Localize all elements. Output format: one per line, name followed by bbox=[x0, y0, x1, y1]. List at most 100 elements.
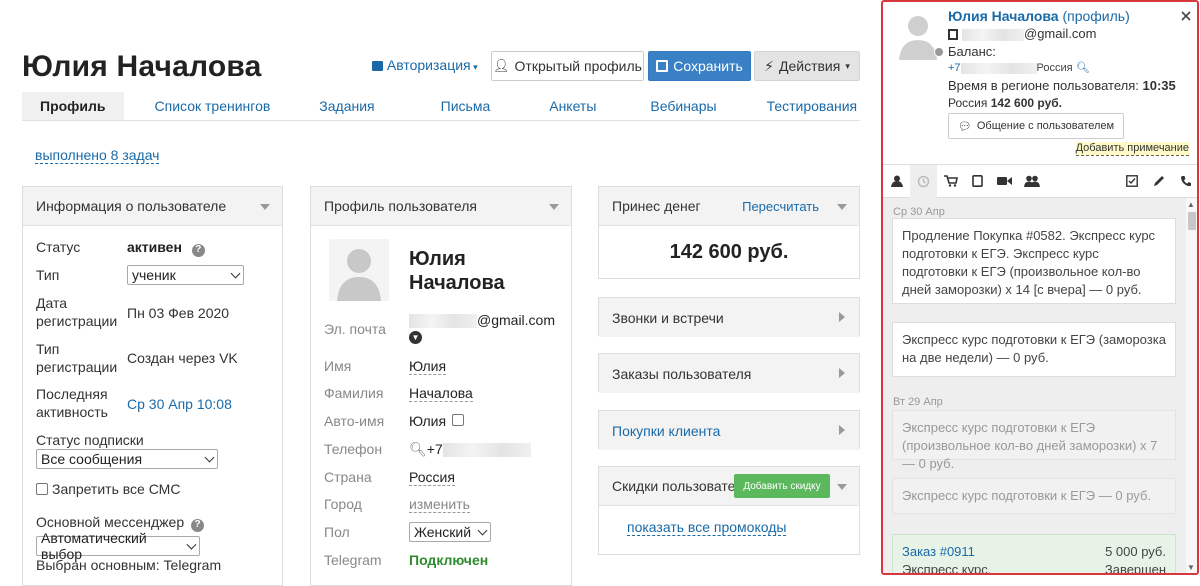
chevron-down-icon bbox=[477, 525, 488, 535]
actions-button[interactable]: ⚡︎ Действия ▾ bbox=[754, 51, 860, 81]
email-value: @gmail.com bbox=[409, 312, 555, 329]
last-activity-link[interactable]: Ср 30 Апр 10:08 bbox=[127, 395, 232, 413]
first-name-label: Имя bbox=[324, 358, 352, 374]
chat-button[interactable]: 💬︎ Общение с пользователем bbox=[948, 113, 1124, 139]
group-tab-icon[interactable] bbox=[1018, 165, 1045, 198]
feed-item: Экспресс курс подготовки к ЕГЭ — 0 руб. bbox=[892, 478, 1176, 514]
tab-profile[interactable]: Профиль bbox=[22, 92, 124, 120]
sidebar-profile-link[interactable]: (профиль) bbox=[1062, 8, 1129, 24]
search-icon[interactable]: 🔍︎ bbox=[409, 441, 427, 457]
purchases-header[interactable]: Покупки клиента bbox=[599, 411, 859, 450]
close-icon[interactable] bbox=[1181, 8, 1191, 21]
orders-panel[interactable]: Заказы пользователя bbox=[598, 353, 860, 393]
sidebar-name-link[interactable]: Юлия Началова bbox=[948, 8, 1059, 24]
country-value[interactable]: Россия bbox=[409, 469, 455, 486]
phone-label: Телефон bbox=[324, 441, 383, 457]
order-link[interactable]: Заказ #0911 bbox=[902, 543, 975, 561]
recalculate-link[interactable]: Пересчитать bbox=[742, 199, 819, 214]
sidebar-time-label: Время в регионе пользователя: bbox=[948, 78, 1139, 93]
tab-webinars[interactable]: Вебинары bbox=[632, 92, 734, 120]
caret-right-icon bbox=[839, 425, 845, 435]
user-profile-header[interactable]: Профиль пользователя bbox=[311, 187, 571, 226]
caret-down-icon[interactable] bbox=[837, 484, 847, 490]
first-name-value[interactable]: Юлия bbox=[409, 358, 447, 375]
email-label: Эл. почта bbox=[324, 321, 386, 337]
caret-right-icon bbox=[839, 312, 845, 322]
auto-name-checkbox[interactable] bbox=[452, 414, 464, 426]
open-profile-button[interactable]: 👤︎ Открытый профиль bbox=[491, 51, 644, 81]
scrollbar-thumb[interactable] bbox=[1188, 212, 1196, 230]
caret-down-icon bbox=[549, 204, 559, 210]
user-profile-panel: Профиль пользователя Юлия Началова Эл. по… bbox=[310, 186, 572, 586]
chevron-down-icon bbox=[204, 452, 215, 462]
sms-checkbox[interactable] bbox=[36, 483, 48, 495]
sidebar-time: Время в регионе пользователя: 10:35 bbox=[948, 78, 1176, 93]
help-icon[interactable]: ? bbox=[191, 243, 205, 257]
caret-down-icon bbox=[260, 204, 270, 210]
help-icon[interactable]: ? bbox=[191, 518, 204, 532]
profile-tab-icon[interactable] bbox=[883, 165, 910, 198]
gender-select[interactable]: Женский bbox=[409, 522, 491, 542]
caret-down-icon[interactable] bbox=[837, 204, 847, 210]
pencil-tab-icon[interactable] bbox=[1145, 165, 1172, 198]
search-icon[interactable]: 🔍︎ bbox=[1076, 62, 1090, 74]
show-promocodes-link[interactable]: показать все промокоды bbox=[627, 519, 787, 536]
city-edit-link[interactable]: изменить bbox=[409, 496, 470, 513]
tab-trainings[interactable]: Список тренингов bbox=[137, 92, 289, 120]
tab-forms[interactable]: Анкеты bbox=[531, 92, 614, 120]
tab-tasks[interactable]: Задания bbox=[301, 92, 392, 120]
save-button[interactable]: Сохранить bbox=[648, 51, 751, 81]
offline-status-icon bbox=[934, 47, 944, 57]
status-label: Статус bbox=[36, 239, 81, 255]
feed-scrollbar[interactable]: ▲ ▼ bbox=[1186, 198, 1197, 573]
user-info-header[interactable]: Информация о пользователе bbox=[23, 187, 282, 226]
tab-bar: Профиль Список тренингов Задания Письма … bbox=[22, 92, 860, 121]
book-tab-icon[interactable] bbox=[964, 165, 991, 198]
messenger-label-text: Основной мессенджер bbox=[36, 514, 185, 530]
chevron-down-icon bbox=[230, 268, 241, 278]
messenger-select[interactable]: Автоматический выбор bbox=[36, 530, 200, 562]
calls-panel[interactable]: Звонки и встречи bbox=[598, 297, 860, 337]
chat-label: Общение с пользователем bbox=[976, 120, 1115, 132]
last-name-label: Фамилия bbox=[324, 385, 384, 401]
history-tab-icon[interactable] bbox=[910, 164, 937, 198]
last-activity-label: Последняя активность bbox=[36, 386, 108, 420]
add-discount-button[interactable]: Добавить скидку bbox=[734, 474, 830, 498]
user-info-title: Информация о пользователе bbox=[36, 198, 227, 214]
telegram-status: Подключен bbox=[409, 552, 489, 568]
video-tab-icon[interactable] bbox=[991, 165, 1018, 198]
purchases-panel[interactable]: Покупки клиента bbox=[598, 410, 860, 450]
sidebar-region: Россия 142 600 руб. bbox=[948, 96, 1062, 110]
subscription-select[interactable]: Все сообщения bbox=[36, 449, 218, 469]
user-sidebar: Юлия Началова (профиль) @gmail.com Балан… bbox=[881, 0, 1199, 575]
add-note-link[interactable]: Добавить примечание bbox=[1075, 142, 1189, 156]
last-name-value[interactable]: Началова bbox=[409, 385, 473, 402]
feed-order-item[interactable]: Заказ #0911 5 000 руб. Экспресс курс. Заве… bbox=[892, 534, 1176, 573]
tab-letters[interactable]: Письма bbox=[423, 92, 509, 120]
type-select[interactable]: ученик bbox=[127, 265, 244, 285]
gender-label: Пол bbox=[324, 524, 350, 540]
tab-testing[interactable]: Тестирования bbox=[749, 92, 876, 120]
subscription-label: Статус подписки bbox=[36, 432, 144, 448]
orders-header[interactable]: Заказы пользователя bbox=[599, 354, 859, 393]
tasks-done-link[interactable]: выполнено 8 задач bbox=[35, 147, 160, 164]
calls-header[interactable]: Звонки и встречи bbox=[599, 298, 859, 337]
sidebar-phone: +7 Россия 🔍︎ bbox=[948, 61, 1090, 74]
scroll-up-icon[interactable]: ▲ bbox=[1187, 200, 1195, 209]
status-text: активен bbox=[127, 239, 182, 255]
copy-icon[interactable] bbox=[948, 29, 958, 41]
phone-tab-icon[interactable] bbox=[1172, 165, 1197, 198]
sidebar-email: @gmail.com bbox=[948, 26, 1096, 41]
authorization-dropdown[interactable]: Авторизация ▾ bbox=[372, 57, 478, 73]
caret-down-icon: ▾ bbox=[470, 62, 478, 72]
city-label: Город bbox=[324, 496, 362, 512]
auto-name-label: Авто-имя bbox=[324, 413, 385, 429]
cart-tab-icon[interactable] bbox=[937, 165, 964, 198]
scroll-down-icon[interactable]: ▼ bbox=[1187, 563, 1195, 572]
feed-item: Экспресс курс подготовки к ЕГЭ (произвол… bbox=[892, 410, 1176, 471]
sidebar-phone-prefix[interactable]: +7 bbox=[948, 62, 961, 74]
checkbox-tab-icon[interactable] bbox=[1118, 165, 1145, 198]
chevron-down-icon[interactable]: ▼ bbox=[409, 331, 422, 344]
sidebar-toolbar bbox=[883, 164, 1197, 198]
profile-name: Юлия Началова bbox=[409, 247, 505, 295]
